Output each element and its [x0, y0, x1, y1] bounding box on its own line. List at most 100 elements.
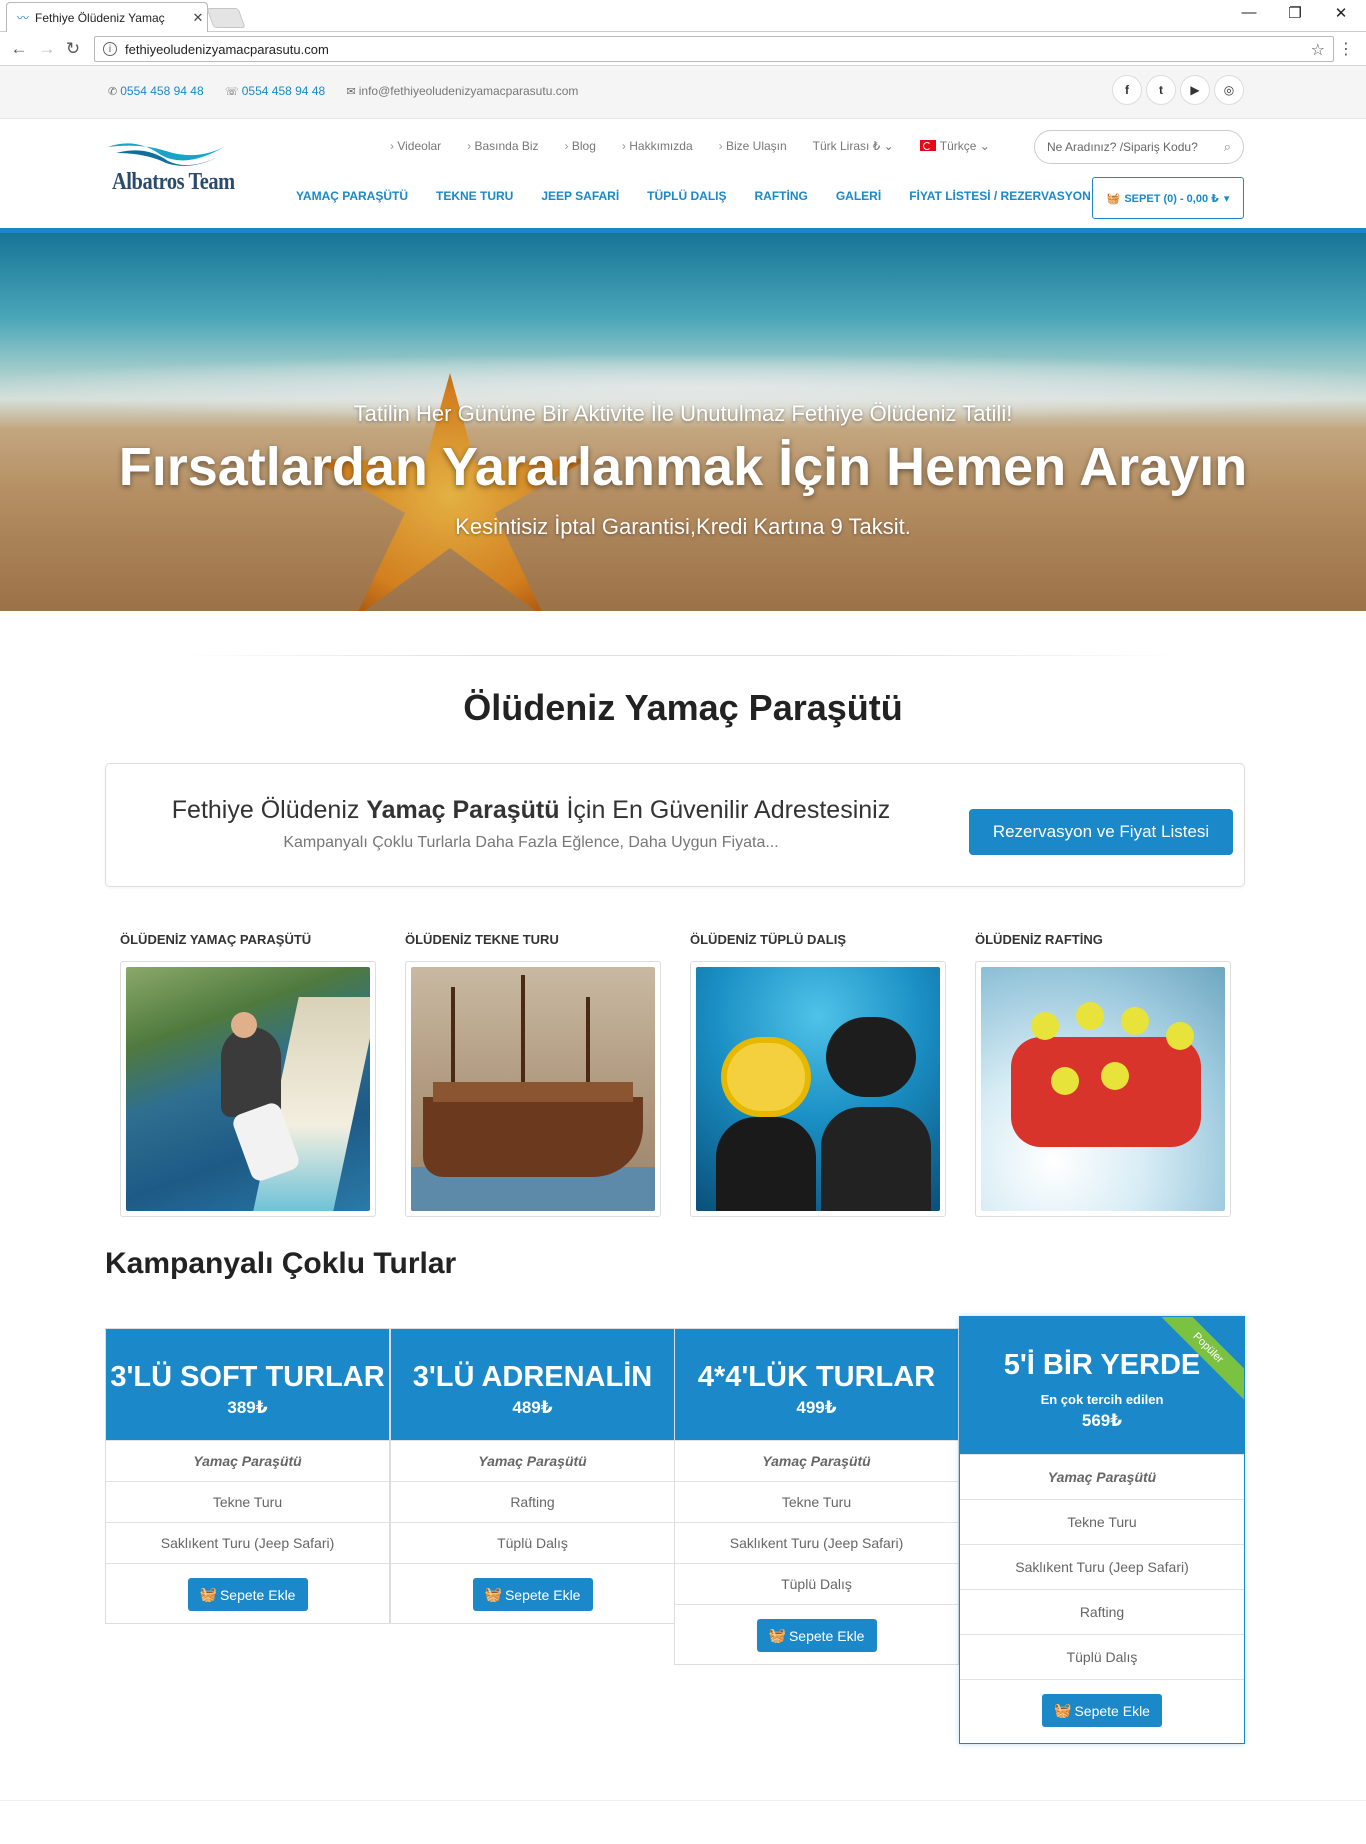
info-icon[interactable]: i — [103, 42, 117, 56]
package-price: 569₺ — [1081, 1411, 1123, 1430]
add-to-cart-label: Sepete Ekle — [1074, 1702, 1150, 1719]
instagram-icon[interactable]: ◎ — [1214, 75, 1244, 105]
activity-card-rafting[interactable]: ÖLÜDENİZ RAFTİNG — [975, 932, 1231, 1217]
reservation-button[interactable]: Rezervasyon ve Fiyat Listesi — [969, 809, 1233, 855]
nav-yamac-parasutu[interactable]: YAMAÇ PARAŞÜTÜ — [296, 189, 408, 203]
basket-icon: 🧺 — [768, 1627, 786, 1643]
activity-image-frame[interactable] — [120, 961, 376, 1217]
browser-menu-icon[interactable]: ⋮ — [1338, 39, 1354, 59]
link-videolar[interactable]: Videolar — [390, 139, 441, 153]
activity-image-frame[interactable] — [975, 961, 1231, 1217]
email-address: info@fethiyeoludenizyamacparasutu.com — [358, 84, 579, 98]
package-item: Tüplü Dalış — [960, 1634, 1244, 1679]
minimize-icon[interactable]: — — [1226, 4, 1272, 21]
hero-banner: Tatilin Her Gününe Bir Aktivite İle Unut… — [0, 233, 1366, 611]
package-footer: 🧺 Sepete Ekle — [675, 1604, 958, 1664]
package-item: Rafting — [391, 1481, 674, 1522]
package-price: 489₺ — [512, 1398, 553, 1417]
activity-caption: ÖLÜDENİZ TEKNE TURU — [405, 932, 559, 947]
add-to-cart-button[interactable]: 🧺 Sepete Ekle — [756, 1619, 877, 1652]
logo-wave-icon — [108, 143, 224, 166]
package-item: Tekne Turu — [106, 1481, 389, 1522]
whatsapp-icon: ✆ — [108, 86, 118, 98]
package-header: 4*4'LÜK TURLAR 499₺ — [675, 1329, 958, 1440]
package-card: 3'LÜ ADRENALİN 489₺ Yamaç Paraşütü Rafti… — [390, 1328, 675, 1624]
cta-heading-pre: Fethiye Ölüdeniz — [171, 796, 367, 824]
activity-caption: ÖLÜDENİZ TÜPLÜ DALIŞ — [690, 932, 846, 947]
currency-dropdown[interactable]: Türk Lirası ₺ ⌄ — [813, 139, 894, 153]
rafting-image — [981, 967, 1225, 1211]
search-icon[interactable]: ⌕ — [1224, 139, 1231, 155]
add-to-cart-button[interactable]: 🧺 Sepete Ekle — [1042, 1694, 1162, 1727]
forward-icon[interactable]: → — [36, 39, 58, 59]
new-tab-button[interactable] — [206, 8, 246, 28]
package-footer: 🧺 Sepete Ekle — [391, 1563, 674, 1623]
package-item: Rafting — [960, 1589, 1244, 1634]
nav-tekne-turu[interactable]: TEKNE TURU — [436, 189, 513, 203]
tab-close-icon[interactable]: ✕ — [189, 10, 207, 26]
restore-icon[interactable]: ❐ — [1272, 4, 1318, 22]
whatsapp-link[interactable]: ✆ 0554 458 94 48 — [108, 84, 204, 98]
package-price: 499₺ — [796, 1398, 837, 1417]
contact-bar: ✆ 0554 458 94 48 ☏ 0554 458 94 48 ✉ info@fe… — [0, 66, 1366, 119]
activity-caption: ÖLÜDENİZ RAFTİNG — [975, 932, 1103, 947]
basket-icon: 🧺 — [199, 1586, 217, 1602]
activity-card-paragliding[interactable]: ÖLÜDENİZ YAMAÇ PARAŞÜTÜ — [120, 932, 376, 1217]
link-hakkimizda[interactable]: Hakkımızda — [622, 139, 692, 153]
site-favicon: 〰 — [17, 11, 30, 25]
link-bize-ulasin[interactable]: Bize Ulaşın — [719, 139, 787, 153]
package-item: Yamaç Paraşütü — [675, 1440, 958, 1481]
package-item: Tüplü Dalış — [391, 1522, 674, 1563]
package-item: Tekne Turu — [960, 1499, 1244, 1544]
url-text: fethiyeoludenizyamacparasutu.com — [125, 41, 329, 57]
main-nav: YAMAÇ PARAŞÜTÜ TEKNE TURU JEEP SAFARİ TÜ… — [296, 189, 1091, 203]
package-price: 389₺ — [227, 1398, 268, 1417]
nav-jeep-safari[interactable]: JEEP SAFARİ — [541, 189, 619, 203]
facebook-icon[interactable]: f — [1112, 75, 1142, 105]
address-bar[interactable]: i fethiyeoludenizyamacparasutu.com ☆ — [94, 36, 1334, 62]
hero-subline: Kesintisiz İptal Garantisi,Kredi Kartına… — [455, 514, 911, 539]
package-header: 3'LÜ SOFT TURLAR 389₺ — [106, 1329, 389, 1440]
logo-text: Albatros Team — [112, 169, 235, 195]
browser-tab[interactable]: 〰 Fethiye Ölüdeniz Yamaç ✕ — [6, 2, 208, 32]
link-basinda-biz[interactable]: Basında Biz — [467, 139, 539, 153]
reload-icon[interactable]: ↻ — [62, 39, 84, 59]
close-window-icon[interactable]: ✕ — [1318, 4, 1364, 22]
paragliding-image — [126, 967, 370, 1211]
activity-card-diving[interactable]: ÖLÜDENİZ TÜPLÜ DALIŞ — [690, 932, 946, 1217]
link-blog[interactable]: Blog — [565, 139, 596, 153]
add-to-cart-button[interactable]: 🧺 Sepete Ekle — [472, 1578, 593, 1611]
twitter-icon[interactable]: t — [1146, 75, 1176, 105]
cta-heading: Fethiye Ölüdeniz Yamaç Paraşütü İçin En … — [106, 796, 956, 825]
language-dropdown[interactable]: Türkçe ⌄ — [919, 139, 990, 153]
back-icon[interactable]: ← — [8, 39, 30, 59]
cta-subtitle: Kampanyalı Çoklu Turlarla Daha Fazla Eğl… — [283, 834, 779, 851]
chevron-down-icon: ⌄ — [979, 139, 990, 153]
nav-tuplu-dalis[interactable]: TÜPLÜ DALIŞ — [647, 189, 726, 203]
site-logo[interactable]: Albatros Team — [104, 137, 235, 207]
email-link[interactable]: ✉ info@fethiyeoludenizyamacparasutu.com — [347, 84, 579, 98]
add-to-cart-button[interactable]: 🧺 Sepete Ekle — [187, 1578, 308, 1611]
cart-button[interactable]: 🧺 SEPET (0) - 0,00 ₺ ▾ — [1092, 177, 1244, 219]
activity-image-frame[interactable] — [690, 961, 946, 1217]
cta-heading-bold: Yamaç Paraşütü — [366, 796, 560, 824]
package-name: 4*4'LÜK TURLAR — [697, 1361, 936, 1393]
campaign-title: Kampanyalı Çoklu Turlar — [105, 1247, 457, 1280]
youtube-icon[interactable]: ▶ — [1180, 75, 1210, 105]
phone-link[interactable]: ☏ 0554 458 94 48 — [225, 84, 325, 98]
bookmark-star-icon[interactable]: ☆ — [1311, 40, 1325, 60]
currency-label: Türk Lirası ₺ — [812, 139, 881, 153]
nav-rafting[interactable]: RAFTİNG — [755, 189, 808, 203]
activity-card-boat-tour[interactable]: ÖLÜDENİZ TEKNE TURU — [405, 932, 661, 1217]
nav-fiyat-listesi[interactable]: FİYAT LİSTESİ / REZERVASYON — [909, 189, 1091, 203]
activity-image-frame[interactable] — [405, 961, 661, 1217]
basket-icon: 🧺 — [484, 1586, 502, 1602]
search-input[interactable]: Ne Aradınız? /Sipariş Kodu? ⌕ — [1034, 130, 1244, 164]
nav-galeri[interactable]: GALERİ — [836, 189, 881, 203]
hero-headline: Fırsatlardan Yararlanmak İçin Hemen Aray… — [118, 437, 1248, 497]
package-tagline: En çok tercih edilen — [1040, 1392, 1164, 1407]
browser-tab-strip: 〰 Fethiye Ölüdeniz Yamaç ✕ — ❐ ✕ — [0, 0, 1366, 32]
footer-divider — [0, 1800, 1366, 1801]
package-item: Tekne Turu — [675, 1481, 958, 1522]
phone-number: 0554 458 94 48 — [241, 84, 326, 98]
